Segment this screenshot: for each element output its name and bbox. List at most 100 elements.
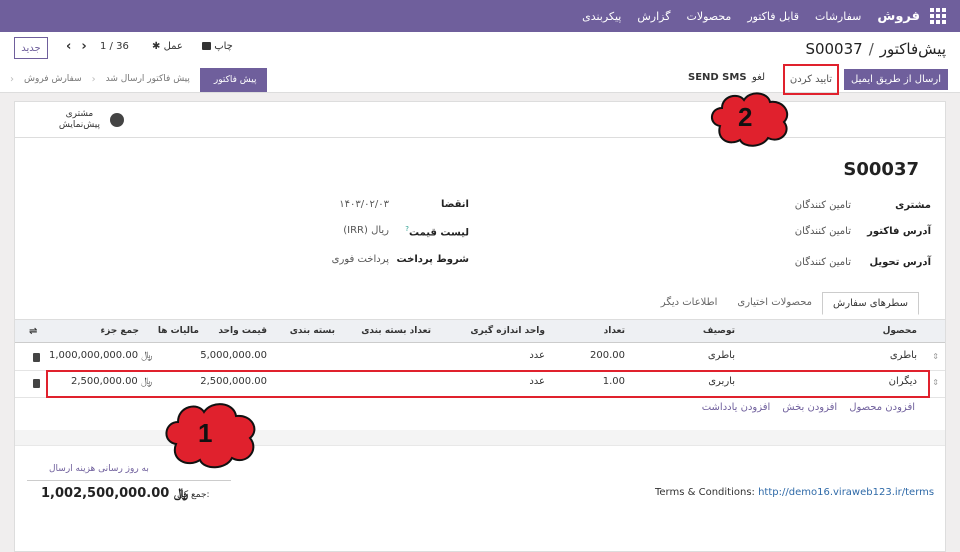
status-stages: پیش فاکتور پیش فاکتور ارسال شد ‹ سفارش فر…: [10, 67, 267, 93]
add-note-link[interactable]: افزودن یادداشت: [702, 402, 771, 413]
customer-preview-label: مشتری پیش‌نمایش: [59, 109, 100, 131]
delivery-address-label: آدرس تحویل: [869, 257, 931, 268]
pager-value[interactable]: 1 / 36: [100, 41, 129, 52]
trash-icon[interactable]: [33, 353, 40, 362]
payment-terms-label: شروط پرداخت: [396, 254, 469, 265]
trash-icon[interactable]: [33, 379, 40, 388]
pricelist-value[interactable]: ریال (IRR): [343, 225, 389, 236]
total-divider: [27, 480, 231, 481]
stage-quotation-sent-label: پیش فاکتور ارسال شد: [105, 74, 190, 84]
column-subtotal[interactable]: جمع جزء: [101, 326, 140, 336]
stage-sales-order[interactable]: سفارش فروش ‹: [10, 67, 92, 93]
new-button[interactable]: جدید: [14, 37, 48, 59]
chevron-icon: ‹: [10, 74, 14, 85]
row-1-product[interactable]: باطری: [890, 350, 917, 361]
row-1-subtotal: ﷼ 1,000,000,000.00: [49, 350, 153, 361]
action-menu-button[interactable]: ✱ عمل: [152, 41, 183, 52]
column-unit-price[interactable]: قیمت واحد: [218, 326, 267, 336]
expiration-field: انقضا ۱۴۰۳/۰۲/۰۳: [309, 199, 469, 210]
invoice-address-field: آدرس فاکتور تامین کنندگان: [791, 226, 931, 237]
gear-icon: ✱: [152, 41, 161, 52]
row-1-unit-price[interactable]: 5,000,000.00: [200, 350, 267, 361]
breadcrumb-separator: /: [868, 40, 874, 58]
column-description[interactable]: توصیف: [703, 326, 735, 336]
tab-order-lines[interactable]: سطرهای سفارش: [822, 292, 919, 315]
customer-preview-line1: مشتری: [65, 109, 94, 119]
invoice-address-label: آدرس فاکتور: [867, 226, 931, 237]
row-1-quantity[interactable]: 200.00: [590, 350, 625, 361]
callout-two-number: 2: [738, 102, 753, 132]
menu-products[interactable]: محصولات: [686, 10, 731, 23]
app-brand[interactable]: فروش: [877, 9, 920, 24]
tab-optional-products[interactable]: محصولات اختیاری: [727, 292, 822, 315]
cancel-button[interactable]: لغو: [752, 72, 765, 83]
add-section-link[interactable]: افزودن بخش: [782, 402, 837, 413]
stage-sales-order-label: سفارش فروش: [24, 74, 82, 84]
chevron-icon: ‹: [91, 74, 96, 85]
terms-and-conditions: Terms & Conditions: http://demo16.virawe…: [655, 487, 934, 498]
payment-terms-field: شروط پرداخت پرداخت فوری: [309, 254, 469, 265]
breadcrumb-current: S00037: [805, 40, 863, 58]
divider: [15, 137, 945, 138]
add-line-links: افزودن محصول افزودن بخش افزودن یادداشت: [702, 402, 915, 413]
terms-label: Terms & Conditions:: [655, 487, 755, 498]
apps-menu-icon[interactable]: [930, 8, 946, 24]
pager-next-icon[interactable]: ›: [81, 39, 86, 54]
menu-reporting[interactable]: گزارش: [637, 10, 670, 23]
form-sheet: مشتری پیش‌نمایش S00037 مشتری تامین کنندگ…: [14, 101, 946, 552]
notebook-tabs: سطرهای سفارش محصولات اختیاری اطلاعات دیگ…: [651, 292, 919, 315]
pricelist-field: لیست قیمت? ریال (IRR): [309, 225, 469, 238]
customer-field: مشتری تامین کنندگان: [791, 200, 931, 211]
column-packaging-qty[interactable]: تعداد بسته بندی: [361, 326, 431, 336]
expiration-label: انقضا: [441, 199, 469, 210]
payment-terms-value[interactable]: پرداخت فوری: [332, 254, 389, 265]
menu-orders[interactable]: سفارشات: [815, 10, 861, 23]
send-by-email-button[interactable]: ارسال از طریق ایمیل: [844, 69, 948, 90]
pricelist-label: لیست قیمت: [409, 227, 469, 239]
pager-previous-icon[interactable]: ‹: [66, 39, 71, 54]
callout-one-number: 1: [198, 418, 213, 448]
update-shipping-link[interactable]: به روز رسانی هزینه ارسال: [49, 464, 149, 474]
stage-quotation[interactable]: پیش فاکتور: [199, 68, 267, 92]
row-highlight-box: [46, 370, 930, 398]
print-menu-button[interactable]: چاپ: [200, 41, 233, 52]
callout-one: 1: [160, 398, 262, 472]
stage-quotation-sent[interactable]: پیش فاکتور ارسال شد ‹: [92, 67, 200, 93]
invoice-address-value[interactable]: تامین کنندگان: [771, 226, 851, 237]
action-label: عمل: [163, 41, 183, 52]
print-label: چاپ: [214, 41, 233, 52]
column-product[interactable]: محصول: [883, 326, 917, 336]
customer-label: مشتری: [895, 200, 931, 211]
stage-quotation-label: پیش فاکتور: [213, 75, 257, 85]
record-title: S00037: [843, 159, 919, 180]
breadcrumb-parent[interactable]: پیش‌فاکتور: [880, 40, 946, 58]
row-1-description[interactable]: باطری: [708, 350, 735, 361]
send-sms-button[interactable]: SEND SMS: [688, 72, 747, 83]
column-uom[interactable]: واحد اندازه گیری: [470, 326, 545, 336]
drag-handle-icon[interactable]: ⇕: [932, 378, 939, 387]
expiration-value[interactable]: ۱۴۰۳/۰۲/۰۳: [339, 199, 389, 210]
column-quantity[interactable]: تعداد: [604, 326, 625, 336]
drag-handle-icon[interactable]: ⇕: [932, 352, 939, 361]
customer-value[interactable]: تامین کنندگان: [771, 200, 851, 211]
customer-preview-smart-button[interactable]: مشتری پیش‌نمایش: [14, 103, 132, 137]
pager-navigation: ‹ ›: [66, 39, 97, 54]
menu-configuration[interactable]: پیکربندی: [582, 10, 621, 23]
breadcrumb: پیش‌فاکتور / S00037: [805, 40, 946, 58]
row-1-uom[interactable]: عدد: [529, 350, 545, 361]
customer-preview-line2: پیش‌نمایش: [58, 120, 100, 130]
delivery-address-field: آدرس تحویل تامین کنندگان: [791, 257, 931, 268]
optional-columns-icon[interactable]: ⇌: [29, 326, 37, 337]
delivery-address-value[interactable]: تامین کنندگان: [771, 257, 851, 268]
globe-icon: [110, 113, 124, 127]
add-product-link[interactable]: افزودن محصول: [849, 402, 915, 413]
tab-other-info[interactable]: اطلاعات دیگر: [651, 292, 728, 315]
table-footer-band: [15, 430, 945, 446]
total-value: ﷼ 1,002,500,000.00: [41, 486, 189, 501]
callout-two: 2: [706, 88, 794, 150]
column-packaging[interactable]: بسته بندی: [290, 326, 335, 336]
order-lines-header: محصول توصیف تعداد واحد اندازه گیری تعداد…: [15, 319, 945, 343]
menu-to-invoice[interactable]: قابل فاکتور: [747, 10, 799, 23]
column-taxes[interactable]: مالیات ها: [158, 326, 199, 336]
terms-link[interactable]: http://demo16.viraweb123.ir/terms: [758, 487, 934, 498]
